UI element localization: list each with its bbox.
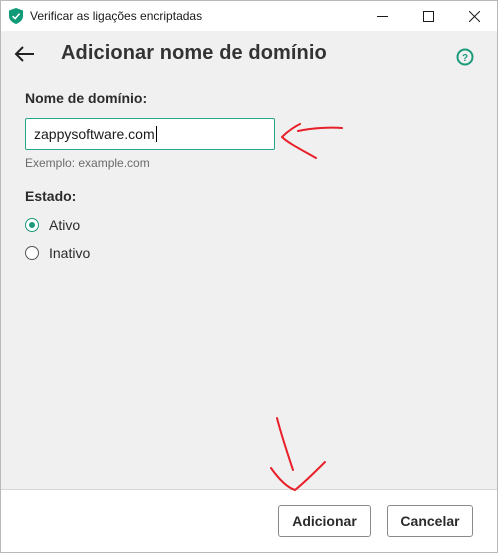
domain-example-hint: Exemplo: example.com: [25, 156, 150, 170]
radio-button-unchecked[interactable]: [25, 246, 39, 260]
back-arrow-icon[interactable]: [14, 45, 36, 63]
state-option-label: Inativo: [49, 245, 91, 261]
page-title: Adicionar nome de domínio: [61, 42, 327, 64]
state-option-active[interactable]: Ativo: [25, 216, 80, 234]
text-caret: [155, 126, 157, 142]
dialog-window: Verificar as ligações encriptadas Adicio…: [0, 0, 498, 553]
window-title: Verificar as ligações encriptadas: [30, 9, 203, 23]
state-option-inactive[interactable]: Inativo: [25, 244, 90, 262]
dialog-footer: Adicionar Cancelar: [1, 489, 497, 552]
close-button[interactable]: [451, 1, 497, 31]
maximize-button[interactable]: [405, 1, 451, 31]
domain-name-value: zappysoftware.com: [34, 126, 155, 142]
radio-button-checked[interactable]: [25, 218, 39, 232]
maximize-icon: [422, 10, 434, 22]
cancel-button[interactable]: Cancelar: [387, 505, 473, 537]
state-option-label: Ativo: [49, 217, 81, 233]
close-icon: [468, 10, 480, 22]
kaspersky-shield-icon: [9, 8, 23, 24]
title-bar: Verificar as ligações encriptadas: [1, 1, 497, 31]
minimize-icon: [376, 15, 388, 17]
svg-text:?: ?: [462, 53, 468, 64]
domain-name-input[interactable]: zappysoftware.com: [25, 118, 275, 150]
add-button[interactable]: Adicionar: [278, 505, 371, 537]
help-icon[interactable]: ?: [456, 48, 474, 66]
state-label: Estado:: [25, 188, 77, 204]
domain-name-label: Nome de domínio:: [25, 90, 148, 106]
minimize-button[interactable]: [359, 1, 405, 31]
